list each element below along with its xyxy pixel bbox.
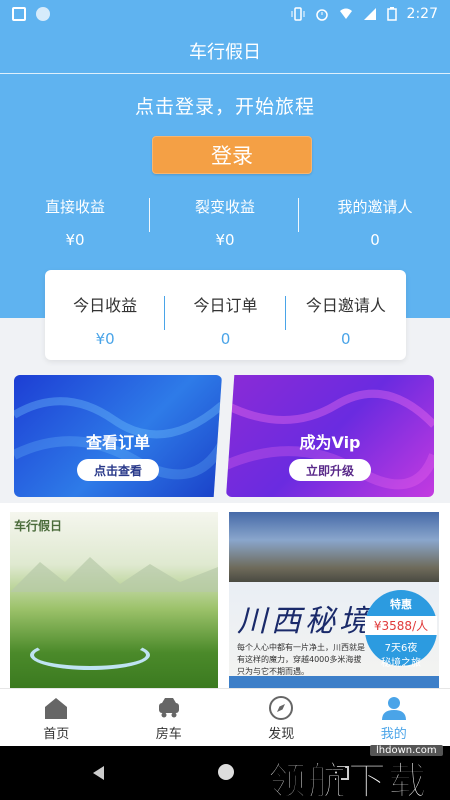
deal-duration: 7天6夜 xyxy=(384,643,418,654)
alarm-icon xyxy=(315,9,328,21)
tab-label: 我的 xyxy=(380,727,407,742)
tab-mine[interactable]: 我的 xyxy=(338,689,450,746)
login-prompt: 点击登录，开始旅程 xyxy=(134,96,315,118)
stat-value: 0 xyxy=(370,231,380,249)
river-illustration xyxy=(30,640,150,670)
tab-home[interactable]: 首页 xyxy=(0,689,113,746)
home-icon xyxy=(45,698,68,719)
tab-label: 房车 xyxy=(155,727,182,742)
upgrade-now-button[interactable]: 立即升级 xyxy=(289,459,371,481)
user-icon xyxy=(381,697,406,720)
car-icon xyxy=(158,698,179,718)
battery-icon xyxy=(386,7,397,21)
earnings-stats: 直接收益 ¥0 裂变收益 ¥0 我的邀请人 0 xyxy=(0,196,450,249)
bottom-tab-bar: 首页 房车 发现 我的 xyxy=(0,688,450,746)
west-sichuan-tour-tile[interactable]: 川西秘境 每个人心中都有一片净土，川西就是有这样的魔力，穿越4000多米海拔只为… xyxy=(229,512,439,688)
tour-title: 川西秘境 xyxy=(237,604,373,639)
today-value: ¥0 xyxy=(95,330,115,348)
mountain-illustration xyxy=(10,557,218,592)
view-orders-card[interactable]: 查看订单 点击查看 xyxy=(14,375,222,497)
gallery-notification-icon xyxy=(12,7,26,21)
deal-label: 特惠 xyxy=(390,598,412,611)
wifi-icon xyxy=(339,8,352,19)
stat-my-inviter[interactable]: 我的邀请人 0 xyxy=(300,196,450,249)
page-title: 车行假日 xyxy=(189,42,261,63)
today-value: 0 xyxy=(220,330,231,348)
signal-icon xyxy=(363,8,376,20)
title-divider xyxy=(0,73,450,74)
circle-notification-icon xyxy=(36,7,50,21)
deal-name: 秘境之旅 xyxy=(381,658,421,669)
deal-badge: 特惠 ¥3588/人 7天6夜 秘境之旅 xyxy=(365,590,437,669)
stat-direct-earnings[interactable]: 直接收益 ¥0 xyxy=(0,196,150,249)
tab-discover[interactable]: 发现 xyxy=(225,689,338,746)
today-invites[interactable]: 今日邀请人 0 xyxy=(286,270,406,360)
stat-value: ¥0 xyxy=(215,231,235,249)
stat-value: ¥0 xyxy=(65,231,85,249)
login-button[interactable]: 登录 xyxy=(152,136,312,174)
back-icon[interactable] xyxy=(93,766,104,780)
today-label: 今日邀请人 xyxy=(305,296,386,315)
vibrate-icon xyxy=(291,7,305,21)
today-orders[interactable]: 今日订单 0 xyxy=(165,270,285,360)
stat-fission-earnings[interactable]: 裂变收益 ¥0 xyxy=(150,196,300,249)
grassland-tour-tile[interactable]: 车行假日 xyxy=(10,512,218,688)
today-summary-card: 今日收益 ¥0 今日订单 0 今日邀请人 0 xyxy=(45,270,406,360)
today-value: 0 xyxy=(341,330,351,348)
status-bar: 2:27 xyxy=(0,0,450,28)
stat-label: 直接收益 xyxy=(44,198,105,216)
stat-divider xyxy=(298,198,299,232)
today-earnings[interactable]: 今日收益 ¥0 xyxy=(45,270,165,360)
tour-group-photo xyxy=(229,512,439,582)
status-time: 2:27 xyxy=(406,6,438,22)
tab-label: 发现 xyxy=(268,727,295,742)
become-vip-title: 成为Vip xyxy=(299,433,361,452)
view-orders-button[interactable]: 点击查看 xyxy=(77,459,159,481)
compass-icon xyxy=(269,696,294,720)
tile-brand-logo: 车行假日 xyxy=(14,519,63,533)
become-vip-card[interactable]: 成为Vip 立即升级 xyxy=(226,375,434,497)
today-label: 今日收益 xyxy=(73,296,138,315)
tile-footer-strip xyxy=(229,676,439,688)
stat-label: 我的邀请人 xyxy=(337,198,413,216)
tab-label: 首页 xyxy=(43,727,70,742)
deal-price: ¥3588/人 xyxy=(365,616,437,635)
tab-rv[interactable]: 房车 xyxy=(113,689,226,746)
home-button-icon[interactable] xyxy=(218,764,234,780)
watermark-brand: 领航下载 xyxy=(267,759,429,800)
stat-label: 裂变收益 xyxy=(194,198,255,216)
tour-description: 每个人心中都有一片净土，川西就是有这样的魔力，穿越4000多米海拔只为与它不期而… xyxy=(237,643,365,676)
today-label: 今日订单 xyxy=(193,296,258,315)
view-orders-title: 查看订单 xyxy=(85,433,150,452)
